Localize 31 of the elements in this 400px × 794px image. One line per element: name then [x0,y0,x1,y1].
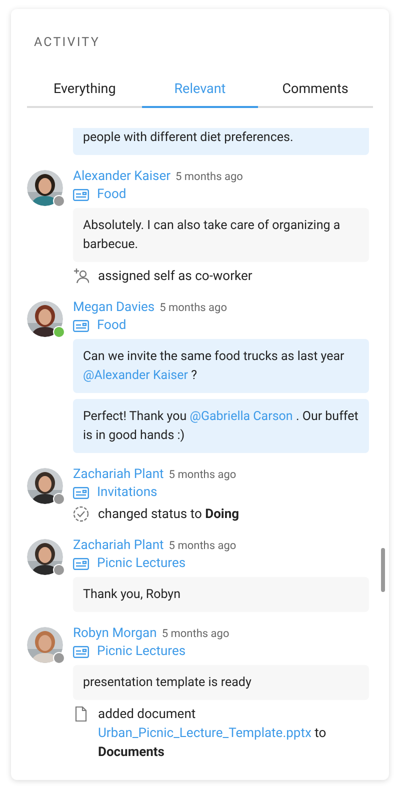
card-link[interactable]: Picnic Lectures [97,644,186,659]
mention-link[interactable]: @Gabriella Carson [190,409,293,424]
timestamp: 5 months ago [160,301,227,314]
timestamp: 5 months ago [162,627,230,640]
activity-text: changed status to Doing [98,506,240,524]
tab[interactable]: Relevant [142,76,258,108]
author-link[interactable]: Alexander Kaiser [73,169,170,184]
tab[interactable]: Everything [27,76,142,108]
comment-bubble: presentation template is ready [73,665,369,700]
tab[interactable]: Comments [258,76,373,108]
timestamp: 5 months ago [168,468,236,481]
card-link[interactable]: Food [97,187,126,202]
comment-bubble: people with different diet preferences. [73,128,369,155]
mention-link[interactable]: @Alexander Kaiser [83,368,188,383]
comment-bubble: Thank you, Robyn [73,577,369,612]
timestamp: 5 months ago [168,539,236,552]
author-link[interactable]: Zachariah Plant [73,467,164,482]
author-link[interactable]: Robyn Morgan [73,626,157,641]
author-link[interactable]: Zachariah Plant [73,538,164,553]
activity-text: assigned self as co-worker [98,268,252,286]
panel-title: ACTIVITY [34,35,101,50]
comment-bubble: Perfect! Thank you @Gabriella Carson . Our buffet is in good hands :) [73,399,369,453]
comment-bubble: Can we invite the same food trucks as last year @Alexander Kaiser ? [73,339,369,393]
timestamp: 5 months ago [176,170,243,183]
card-link[interactable]: Picnic Lectures [97,556,186,571]
author-link[interactable]: Megan Davies [73,300,155,315]
document-link[interactable]: Urban_Picnic_Lecture_Template.pptx [98,726,312,741]
card-link[interactable]: Invitations [97,485,158,500]
comment-bubble: Absolutely. I can also take care of organizing a barbecue. [73,208,369,262]
activity-text: added document Urban_Picnic_Lecture_Template.pptx to Documents [98,706,328,762]
card-link[interactable]: Food [97,318,126,333]
